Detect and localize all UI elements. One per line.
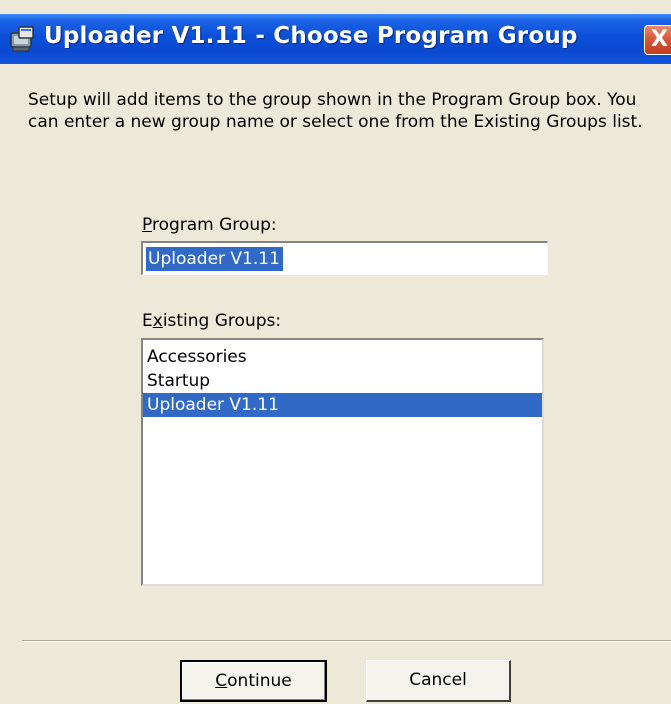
cancel-button[interactable]: Cancel xyxy=(366,660,511,702)
list-item-accessories[interactable]: Accessories xyxy=(143,345,542,369)
program-group-input[interactable]: Uploader V1.11 xyxy=(141,241,548,275)
existing-groups-list[interactable]: Accessories Startup Uploader V1.11 xyxy=(141,338,544,586)
instructions-text: Setup will add items to the group shown … xyxy=(28,90,643,132)
title-bar[interactable]: Uploader V1.11 - Choose Program Group X xyxy=(0,14,671,64)
close-icon: X xyxy=(651,27,668,52)
existing-groups-label-first: E xyxy=(142,311,153,331)
setup-dialog: Uploader V1.11 - Choose Program Group X … xyxy=(0,0,671,704)
program-group-label-text: rogram Group: xyxy=(151,215,277,235)
continue-mnemonic: C xyxy=(215,671,228,691)
program-group-label: Program Group: xyxy=(142,215,277,235)
continue-label: ontinue xyxy=(227,671,292,691)
installer-icon xyxy=(10,26,34,52)
list-item-uploader-selected[interactable]: Uploader V1.11 xyxy=(143,393,542,417)
existing-groups-label-text: isting Groups: xyxy=(162,311,282,331)
window-title: Uploader V1.11 - Choose Program Group xyxy=(44,23,578,49)
continue-button[interactable]: Continue xyxy=(180,660,327,702)
separator-highlight xyxy=(22,641,671,642)
program-group-mnemonic: P xyxy=(142,215,152,235)
list-item-startup[interactable]: Startup xyxy=(143,369,542,393)
existing-groups-label: Existing Groups: xyxy=(142,311,281,331)
program-group-value: Uploader V1.11 xyxy=(146,247,283,271)
existing-groups-mnemonic: x xyxy=(152,311,163,331)
close-button[interactable]: X xyxy=(644,25,671,55)
